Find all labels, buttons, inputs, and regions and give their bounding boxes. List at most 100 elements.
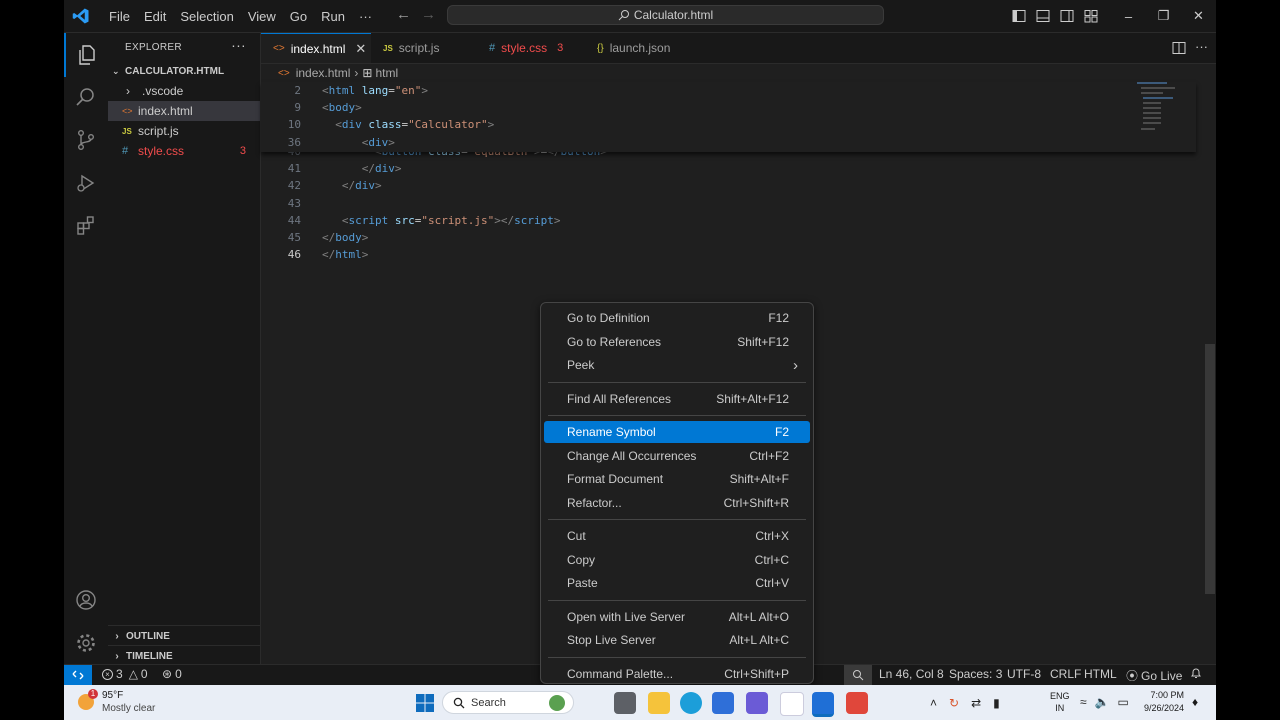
sync-icon[interactable]: ↻ — [949, 696, 959, 710]
minimize-icon[interactable]: – — [1111, 9, 1146, 24]
split-editor-icon[interactable] — [1172, 41, 1186, 58]
source-control-icon[interactable] — [64, 118, 108, 162]
line-ending[interactable]: CRLF — [1050, 667, 1081, 681]
quick-settings[interactable]: ≈ 🔈 ▭ — [1080, 695, 1129, 709]
menu-item[interactable]: View — [241, 9, 283, 24]
explorer-icon[interactable] — [64, 33, 108, 77]
weather-widget[interactable]: 1 95°F Mostly clear — [76, 689, 166, 717]
context-menu-item[interactable]: Rename Symbol F2 — [544, 421, 810, 443]
timeline-section[interactable]: › TIMELINE — [108, 645, 260, 666]
toggle-primary-sidebar-icon[interactable] — [1007, 9, 1031, 23]
ports-icon: ⊛ — [162, 667, 173, 681]
remote-icon[interactable] — [64, 665, 92, 685]
tab-launch-json[interactable]: {} launch.json — [587, 33, 697, 63]
tree-item[interactable]: # style.css 3 — [108, 141, 260, 161]
line-number: 36 — [287, 135, 301, 149]
store-icon[interactable] — [712, 692, 734, 714]
explorer-sidebar: EXPLORER ··· ⌄ CALCULATOR.HTML › .vscode <… — [108, 33, 261, 664]
windows-start-icon[interactable] — [414, 692, 436, 714]
encoding[interactable]: UTF-8 — [1007, 667, 1041, 681]
menu-item[interactable]: Selection — [173, 9, 240, 24]
battery-icon: ▭ — [1117, 695, 1129, 709]
folder-header[interactable]: ⌄ CALCULATOR.HTML — [108, 61, 260, 81]
media-icon[interactable]: ▮ — [993, 696, 1000, 710]
menu-item[interactable]: Go — [283, 9, 314, 24]
context-menu-item[interactable]: Format Document Shift+Alt+F — [544, 468, 810, 490]
code-token: > — [361, 231, 369, 244]
settings-gear-icon[interactable] — [64, 621, 108, 665]
vscode-taskbar-icon[interactable] — [812, 692, 834, 717]
context-menu-item[interactable]: Go to References Shift+F12 — [544, 331, 810, 353]
line-number: 9 — [294, 101, 301, 115]
search-highlight-icon — [549, 695, 565, 711]
context-menu-item[interactable]: Command Palette... Ctrl+Shift+P — [544, 663, 810, 685]
app-icon[interactable] — [746, 692, 768, 714]
more-actions-icon[interactable]: ··· — [231, 37, 246, 53]
tree-item[interactable]: <> index.html — [108, 101, 260, 121]
clock[interactable]: 7:00 PM 9/26/2024 — [1140, 689, 1184, 715]
context-menu-item[interactable]: Stop Live Server Alt+L Alt+C — [544, 629, 810, 651]
menu-item[interactable]: File — [102, 9, 137, 24]
taskbar-search[interactable]: Search — [442, 691, 574, 714]
close-tab-icon[interactable]: ✕ — [355, 41, 366, 57]
tree-item[interactable]: JS script.js — [108, 121, 260, 141]
search-view-icon[interactable] — [64, 75, 108, 119]
tab-index-html[interactable]: <> index.html ✕ — [261, 33, 371, 63]
toggle-panel-icon[interactable] — [1031, 9, 1055, 23]
breadcrumb-file[interactable]: index.html — [296, 66, 351, 80]
chevron-right-icon: › — [354, 66, 359, 80]
editor-more-icon[interactable]: ··· — [1195, 39, 1208, 54]
ports-indicator[interactable]: ⊛ 0 — [162, 667, 182, 681]
context-menu-item[interactable]: Copy Ctrl+C — [544, 549, 810, 571]
extensions-icon[interactable] — [64, 204, 108, 248]
back-arrow-icon[interactable]: ← — [396, 6, 411, 23]
context-menu-item[interactable]: Cut Ctrl+X — [544, 525, 810, 547]
context-menu-item[interactable]: Paste Ctrl+V — [544, 572, 810, 594]
tab-script-js[interactable]: JS script.js — [371, 33, 479, 63]
chevron-up-icon[interactable]: ˄ — [930, 696, 937, 710]
menu-item[interactable]: Edit — [137, 9, 173, 24]
restore-icon[interactable]: ❐ — [1146, 8, 1181, 24]
outline-section[interactable]: › OUTLINE — [108, 625, 260, 646]
menu-item-shortcut: Shift+Alt+F — [729, 472, 789, 486]
accounts-icon[interactable] — [64, 578, 108, 622]
sticky-scroll[interactable]: 2 <html lang="en"> 9 <body> 10 <div class="C… — [261, 82, 1196, 152]
context-menu-item[interactable]: Change All Occurrences Ctrl+F2 — [544, 445, 810, 467]
cursor-position[interactable]: Ln 46, Col 8 — [879, 667, 944, 681]
edge-browser-icon[interactable] — [680, 692, 702, 714]
context-menu-item[interactable]: Go to Definition F12 — [544, 307, 810, 329]
indentation[interactable]: Spaces: 3 — [949, 667, 1002, 681]
task-view-icon[interactable] — [614, 692, 636, 714]
editor-scrollbar[interactable] — [1205, 344, 1215, 594]
context-menu-item[interactable]: Open with Live Server Alt+L Alt+O — [544, 606, 810, 628]
context-menu-item[interactable]: Find All References Shift+Alt+F12 — [544, 388, 810, 410]
run-debug-icon[interactable] — [64, 161, 108, 205]
menu-item-shortcut: Alt+L Alt+C — [729, 633, 789, 647]
file-explorer-icon[interactable] — [648, 692, 670, 714]
context-menu-item[interactable]: Refactor... Ctrl+Shift+R — [544, 492, 810, 514]
language-indicator[interactable]: ENG IN — [1050, 690, 1070, 714]
language-mode[interactable]: HTML — [1084, 667, 1117, 681]
problem-badge: 3 — [557, 42, 564, 54]
recorder-icon[interactable] — [846, 692, 868, 714]
menu-item[interactable]: Run — [314, 9, 352, 24]
minimap[interactable] — [1137, 82, 1197, 142]
toggle-secondary-sidebar-icon[interactable] — [1055, 9, 1079, 23]
context-menu-item[interactable]: Peek › — [544, 354, 810, 376]
tree-item[interactable]: › .vscode — [108, 81, 260, 101]
notification-icon[interactable]: ♦ — [1192, 695, 1198, 709]
customize-layout-icon[interactable] — [1079, 9, 1103, 23]
go-live-button[interactable]: ⦿ Go Live — [1126, 667, 1182, 684]
notifications-bell-icon[interactable] — [1190, 667, 1202, 680]
breadcrumb-symbol[interactable]: html — [375, 66, 398, 80]
zoom-icon[interactable] — [844, 665, 872, 685]
problems-indicator[interactable]: × 3 △ 0 — [102, 667, 148, 681]
tab-style-css[interactable]: # style.css 3 — [479, 33, 587, 63]
menu-item-label: Find All References — [567, 391, 672, 406]
search-app-icon[interactable] — [780, 692, 804, 716]
menu-item[interactable]: ··· — [352, 9, 379, 24]
close-window-icon[interactable]: ✕ — [1181, 8, 1216, 24]
network-share-icon[interactable]: ⇄ — [971, 696, 981, 710]
command-center[interactable]: Calculator.html — [447, 5, 884, 25]
forward-arrow-icon[interactable]: → — [421, 6, 436, 23]
